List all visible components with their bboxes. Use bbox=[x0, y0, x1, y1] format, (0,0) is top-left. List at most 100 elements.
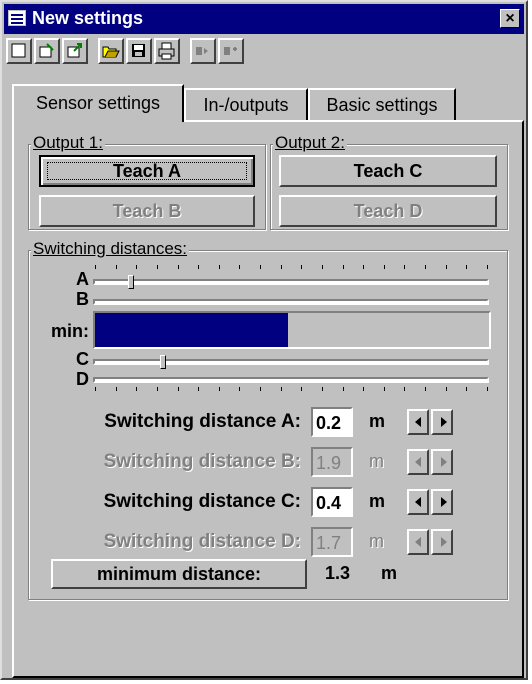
close-button[interactable]: × bbox=[500, 9, 520, 28]
slider-b-label: B bbox=[76, 289, 89, 309]
export-icon bbox=[67, 43, 82, 58]
min-distance-bar-fill bbox=[95, 313, 289, 347]
slider-d-track[interactable] bbox=[93, 377, 489, 383]
window-title: New settings bbox=[32, 8, 144, 28]
arrow-right-icon bbox=[441, 497, 447, 507]
switching-distance-c-increase-button[interactable] bbox=[431, 489, 453, 515]
slider-tick bbox=[136, 265, 138, 269]
slider-tick bbox=[363, 265, 365, 269]
slider-d-label: D bbox=[76, 369, 89, 389]
switching-distance-d-label: Switching distance D: bbox=[103, 531, 301, 552]
slider-tick bbox=[239, 265, 241, 269]
slider-tick bbox=[321, 387, 323, 391]
slider-tick bbox=[425, 387, 427, 391]
minimum-distance-button[interactable]: minimum distance: bbox=[51, 559, 307, 589]
switching-distance-c-unit: m bbox=[369, 491, 386, 511]
tab-in-outputs[interactable]: In-/outputs bbox=[184, 88, 308, 120]
save-button[interactable] bbox=[126, 38, 152, 64]
switching-distance-d-unit: m bbox=[369, 531, 384, 551]
switching-distance-c-input[interactable]: 0.4 bbox=[311, 487, 353, 517]
slider-tick bbox=[404, 387, 406, 391]
slider-tick bbox=[404, 265, 406, 269]
title-bar[interactable]: New settings × bbox=[4, 4, 524, 34]
slider-tick bbox=[445, 387, 447, 391]
slider-b-track[interactable] bbox=[93, 299, 489, 305]
switching-distances-label: Switching distances: bbox=[31, 239, 190, 259]
slider-a-track[interactable] bbox=[93, 275, 489, 289]
arrow-right-icon bbox=[441, 537, 447, 547]
slider-tick bbox=[260, 265, 262, 269]
send-button[interactable] bbox=[190, 38, 216, 64]
slider-tick bbox=[383, 265, 385, 269]
slider-tick bbox=[177, 387, 179, 391]
open-button[interactable] bbox=[98, 38, 124, 64]
minimum-distance-value: 1.3 bbox=[325, 563, 351, 583]
switching-distance-a-input[interactable]: 0.2 bbox=[311, 407, 353, 437]
switching-distance-c-decrease-button[interactable] bbox=[407, 489, 429, 515]
slider-c-thumb[interactable] bbox=[159, 355, 166, 369]
slider-tick bbox=[115, 387, 117, 391]
print-button[interactable] bbox=[154, 38, 180, 64]
sensor-settings-panel: Output 1: Teach A Teach B Output 2: Teac… bbox=[12, 120, 524, 678]
slider-tick bbox=[301, 387, 303, 391]
slider-tick bbox=[301, 265, 303, 269]
teach-c-button[interactable]: Teach C bbox=[279, 155, 497, 187]
slider-tick bbox=[198, 387, 200, 391]
arrow-right-icon bbox=[441, 417, 447, 427]
switching-distance-a-increase-button[interactable] bbox=[431, 409, 453, 435]
switching-distance-b-increase-button[interactable] bbox=[431, 449, 453, 475]
slider-tick bbox=[342, 387, 344, 391]
slider-tick bbox=[363, 387, 365, 391]
new-button[interactable] bbox=[6, 38, 32, 64]
slider-c-track[interactable] bbox=[93, 355, 489, 369]
slider-tick bbox=[260, 387, 262, 391]
teach-b-button[interactable]: Teach B bbox=[39, 195, 255, 227]
slider-tick bbox=[425, 265, 427, 269]
edit-button[interactable] bbox=[34, 38, 60, 64]
teach-a-button[interactable]: Teach A bbox=[39, 155, 255, 187]
switching-distance-a-unit: m bbox=[369, 411, 386, 431]
export-button[interactable] bbox=[62, 38, 88, 64]
slider-a-thumb[interactable] bbox=[128, 275, 135, 289]
switching-distance-a-label: Switching distance A: bbox=[104, 411, 301, 432]
switching-distance-d-increase-button[interactable] bbox=[431, 529, 453, 555]
switching-distance-d-decrease-button[interactable] bbox=[407, 529, 429, 555]
slider-tick bbox=[218, 387, 220, 391]
switching-distance-d-input[interactable]: 1.7 bbox=[311, 527, 353, 557]
slider-tick bbox=[239, 387, 241, 391]
switching-distance-a-decrease-button[interactable] bbox=[407, 409, 429, 435]
output-1-group: Output 1: Teach A Teach B bbox=[28, 133, 266, 230]
slider-tick bbox=[280, 265, 282, 269]
slider-a-label: A bbox=[76, 269, 89, 289]
slider-tick bbox=[95, 387, 96, 391]
teach-d-button[interactable]: Teach D bbox=[279, 195, 497, 227]
slider-tick bbox=[466, 387, 468, 391]
receive-button[interactable] bbox=[218, 38, 244, 64]
switching-distance-b-label: Switching distance B: bbox=[103, 451, 301, 472]
slider-tick bbox=[198, 265, 200, 269]
switching-distances-group: Switching distances: A B min: C D Switch… bbox=[28, 239, 508, 600]
slider-tick bbox=[445, 265, 447, 269]
tab-basic-settings[interactable]: Basic settings bbox=[308, 88, 456, 120]
open-folder-icon bbox=[102, 46, 120, 58]
arrow-right-icon bbox=[441, 457, 447, 467]
slider-tick bbox=[95, 265, 96, 269]
send-icon bbox=[196, 47, 208, 55]
slider-c-label: C bbox=[76, 349, 89, 369]
switching-distance-b-input[interactable]: 1.9 bbox=[311, 447, 353, 477]
output-2-group: Output 2: Teach C Teach D bbox=[270, 133, 508, 230]
slider-tick bbox=[383, 387, 385, 391]
arrow-left-icon bbox=[415, 497, 421, 507]
settings-window: New settings × Sensor settings In-/outpu… bbox=[0, 0, 528, 680]
slider-tick bbox=[321, 265, 323, 269]
min-bar-label: min: bbox=[51, 321, 89, 341]
slider-tick bbox=[136, 387, 138, 391]
switching-distance-b-decrease-button[interactable] bbox=[407, 449, 429, 475]
slider-tick bbox=[342, 265, 344, 269]
slider-tick bbox=[487, 265, 488, 269]
slider-tick bbox=[115, 265, 117, 269]
receive-icon bbox=[224, 47, 237, 55]
min-distance-bar bbox=[93, 311, 491, 349]
slider-tick bbox=[156, 387, 158, 391]
tab-sensor-settings[interactable]: Sensor settings bbox=[12, 84, 184, 122]
